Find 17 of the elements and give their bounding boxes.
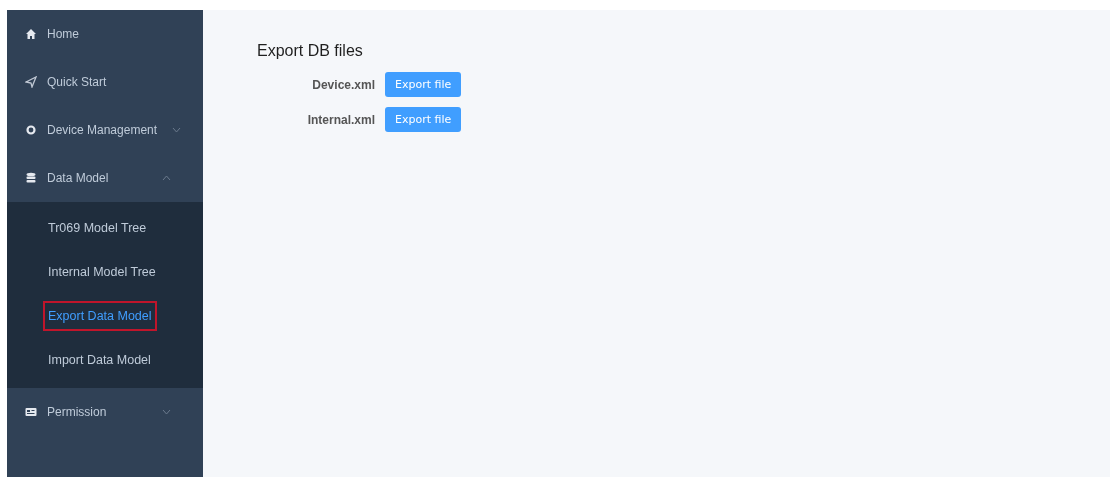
submenu-item[interactable]: Tr069 Model Tree	[43, 213, 152, 243]
gear-icon	[25, 124, 37, 136]
submenu-item[interactable]: Internal Model Tree	[43, 257, 161, 287]
paper-plane-icon	[25, 76, 37, 88]
submenu-item[interactable]: Import Data Model	[43, 345, 156, 375]
sidebar-item[interactable]: Quick Start	[7, 58, 203, 106]
home-icon	[25, 28, 37, 40]
sidebar-item[interactable]: Device Management	[7, 106, 203, 154]
sidebar-item[interactable]: Data Model	[7, 154, 203, 202]
database-icon	[25, 172, 37, 184]
id-card-icon	[25, 406, 37, 418]
sidebar-item[interactable]: Home	[7, 10, 203, 58]
file-label: Internal.xml	[306, 112, 375, 127]
sidebar-item[interactable]: Permission	[7, 388, 203, 436]
page-title: Export DB files	[257, 42, 364, 60]
submenu-item[interactable]: Export Data Model	[43, 301, 157, 331]
file-label: Device.xml	[311, 77, 375, 92]
